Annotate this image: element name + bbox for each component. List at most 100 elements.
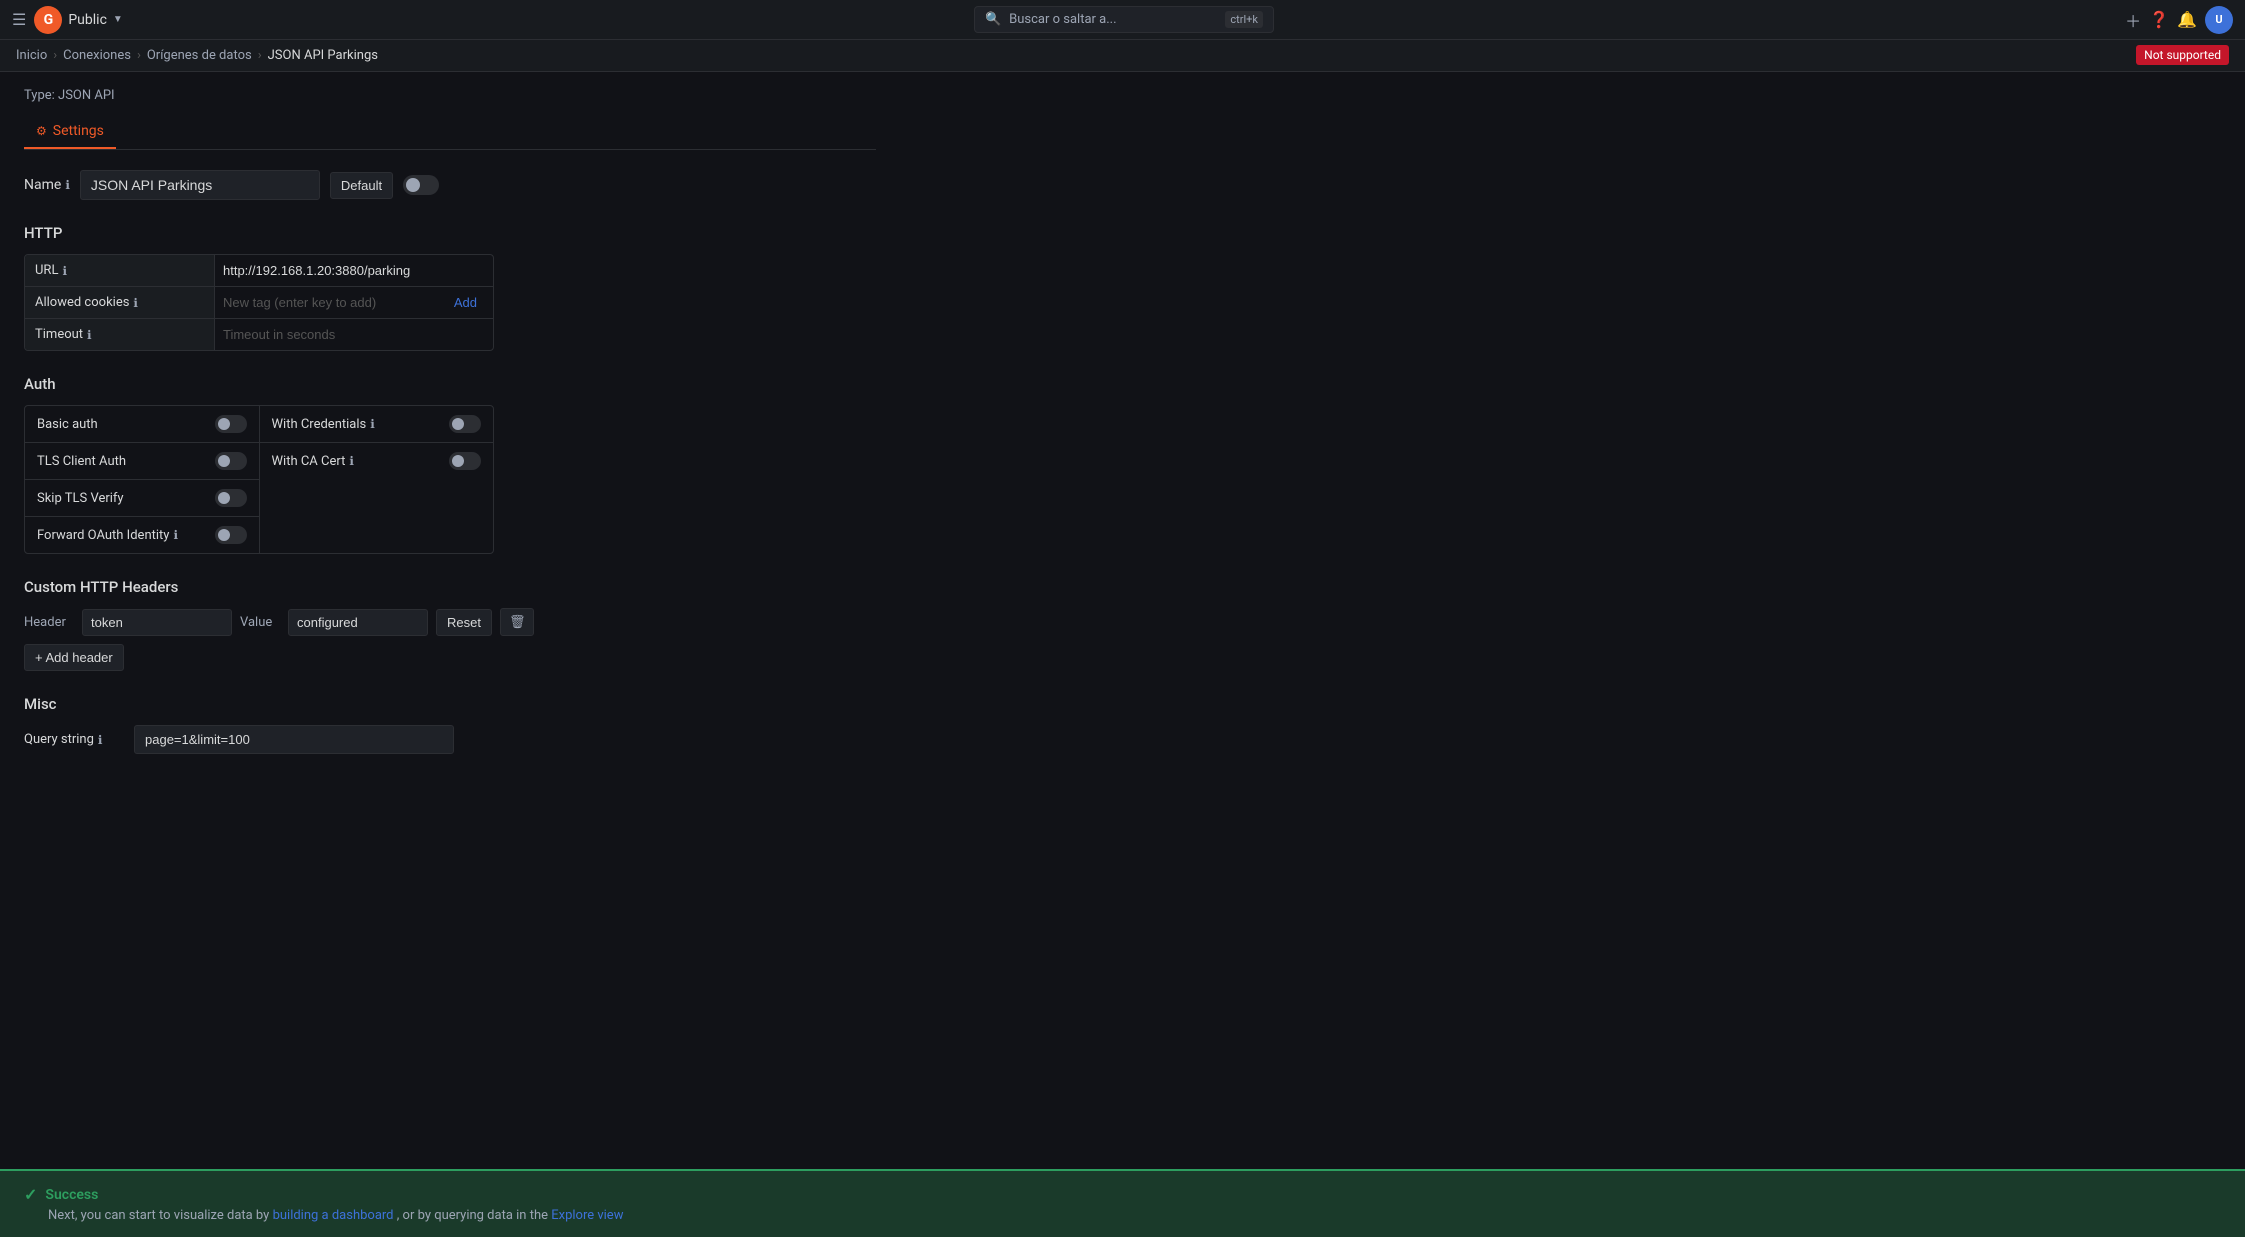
allowed-cookies-value: Add (215, 287, 493, 318)
top-navigation: ☰ G Public ▼ 🔍 Buscar o saltar a... ctrl… (0, 0, 2245, 40)
breadcrumb-sep-2: › (137, 48, 141, 63)
query-row: Query string ℹ (24, 725, 876, 754)
basic-auth-label: Basic auth (37, 417, 98, 432)
nav-right: ＋ ❓ 🔔 U (2125, 6, 2233, 34)
grafana-logo: G (34, 6, 62, 34)
with-credentials-toggle[interactable] (449, 415, 481, 433)
tls-client-auth-row: TLS Client Auth (25, 443, 259, 480)
http-section-title: HTTP (24, 224, 876, 242)
name-info-icon[interactable]: ℹ (65, 178, 70, 192)
default-button[interactable]: Default (330, 172, 393, 199)
url-row: URL ℹ (25, 255, 493, 287)
skip-tls-toggle[interactable] (215, 489, 247, 507)
breadcrumb-conexiones[interactable]: Conexiones (63, 48, 131, 63)
breadcrumb-inicio[interactable]: Inicio (16, 48, 47, 63)
main-content: Type: JSON API ⚙ Settings Name ℹ Default… (0, 72, 900, 794)
add-header-button[interactable]: + Add header (24, 644, 124, 671)
auth-grid: Basic auth TLS Client Auth Skip TLS Veri… (24, 405, 494, 554)
notification-icon[interactable]: 🔔 (2177, 10, 2197, 29)
basic-auth-toggle[interactable] (215, 415, 247, 433)
allowed-cookies-info-icon[interactable]: ℹ (133, 296, 138, 310)
auth-col-right: With Credentials ℹ With CA Cert ℹ (260, 406, 494, 553)
workspace-name[interactable]: Public (68, 12, 107, 28)
explore-view-link[interactable]: Explore view (551, 1208, 623, 1223)
hamburger-icon[interactable]: ☰ (12, 10, 26, 29)
with-credentials-row: With Credentials ℹ (260, 406, 494, 443)
header-col-label: Header (24, 615, 74, 630)
breadcrumb-sep-3: › (258, 48, 262, 63)
allowed-cookies-label: Allowed cookies ℹ (25, 287, 215, 318)
forward-oauth-toggle[interactable] (215, 526, 247, 544)
tab-settings-label: Settings (53, 123, 104, 139)
plus-icon[interactable]: ＋ (2125, 8, 2141, 32)
help-icon[interactable]: ❓ (2149, 10, 2169, 29)
url-info-icon[interactable]: ℹ (62, 264, 67, 278)
brand-area[interactable]: G Public ▼ (34, 6, 122, 34)
allowed-cookies-input[interactable] (223, 287, 446, 318)
url-label: URL ℹ (25, 255, 215, 286)
search-placeholder: Buscar o saltar a... (1009, 12, 1116, 27)
success-description: Next, you can start to visualize data by… (48, 1208, 2221, 1223)
with-credentials-info-icon[interactable]: ℹ (370, 417, 375, 431)
tls-client-auth-toggle[interactable] (215, 452, 247, 470)
misc-title: Misc (24, 695, 876, 713)
breadcrumb-current: JSON API Parkings (268, 48, 378, 63)
value-col-label: Value (240, 615, 280, 630)
header-name-input[interactable] (82, 609, 232, 636)
search-area: 🔍 Buscar o saltar a... ctrl+k (131, 6, 2117, 33)
type-label: Type: JSON API (24, 88, 876, 103)
skip-tls-row: Skip TLS Verify (25, 480, 259, 517)
query-string-label: Query string ℹ (24, 732, 124, 747)
with-ca-cert-info-icon[interactable]: ℹ (349, 454, 354, 468)
search-box[interactable]: 🔍 Buscar o saltar a... ctrl+k (974, 6, 1274, 33)
allowed-cookies-row: Allowed cookies ℹ Add (25, 287, 493, 319)
breadcrumb-sep-1: › (53, 48, 57, 63)
custom-headers-section: Custom HTTP Headers Header Value Reset 🗑… (24, 578, 876, 671)
trash-icon: 🗑 (509, 614, 526, 629)
timeout-row: Timeout ℹ (25, 319, 493, 350)
success-banner: ✓ Success Next, you can start to visuali… (0, 1169, 2245, 1237)
with-ca-cert-toggle[interactable] (449, 452, 481, 470)
auth-col-left: Basic auth TLS Client Auth Skip TLS Veri… (25, 406, 260, 553)
query-string-input[interactable] (134, 725, 454, 754)
url-input[interactable] (223, 255, 485, 286)
timeout-input[interactable] (223, 319, 485, 350)
timeout-value (215, 319, 493, 350)
search-icon: 🔍 (985, 12, 1001, 27)
breadcrumb-origenes[interactable]: Orígenes de datos (147, 48, 252, 63)
delete-header-button[interactable]: 🗑 (500, 608, 535, 636)
headers-table: Header Value Reset 🗑 (24, 608, 876, 636)
basic-auth-row: Basic auth (25, 406, 259, 443)
url-value (215, 255, 493, 286)
search-shortcut: ctrl+k (1225, 11, 1263, 28)
forward-oauth-label: Forward OAuth Identity ℹ (37, 528, 178, 543)
timeout-info-icon[interactable]: ℹ (87, 328, 92, 342)
default-toggle[interactable] (403, 175, 439, 195)
skip-tls-label: Skip TLS Verify (37, 491, 124, 506)
workspace-chevron-icon: ▼ (113, 14, 123, 25)
reset-header-button[interactable]: Reset (436, 609, 492, 636)
nav-left: ☰ G Public ▼ (12, 6, 123, 34)
name-input[interactable] (80, 170, 320, 200)
header-row-1: Header Value Reset 🗑 (24, 608, 876, 636)
forward-oauth-info-icon[interactable]: ℹ (173, 528, 178, 542)
with-ca-cert-row: With CA Cert ℹ (260, 443, 494, 479)
building-dashboard-link[interactable]: building a dashboard (273, 1208, 394, 1223)
breadcrumb: Inicio › Conexiones › Orígenes de datos … (0, 40, 2245, 72)
settings-tab-icon: ⚙ (36, 124, 47, 138)
auth-section-title: Auth (24, 375, 876, 393)
misc-section: Misc Query string ℹ (24, 695, 876, 754)
forward-oauth-row: Forward OAuth Identity ℹ (25, 517, 259, 553)
tab-bar: ⚙ Settings (24, 115, 876, 150)
http-field-table: URL ℹ Allowed cookies ℹ Add Timeout ℹ (24, 254, 494, 351)
header-value-input[interactable] (288, 609, 428, 636)
success-check-icon: ✓ (24, 1185, 37, 1204)
name-label: Name ℹ (24, 177, 70, 193)
query-string-info-icon[interactable]: ℹ (98, 733, 103, 747)
not-supported-badge: Not supported (2136, 45, 2229, 65)
tab-settings[interactable]: ⚙ Settings (24, 115, 116, 149)
custom-headers-title: Custom HTTP Headers (24, 578, 876, 596)
allowed-cookies-add-btn[interactable]: Add (446, 295, 485, 310)
breadcrumb-right: Not supported (2136, 48, 2229, 63)
user-avatar[interactable]: U (2205, 6, 2233, 34)
